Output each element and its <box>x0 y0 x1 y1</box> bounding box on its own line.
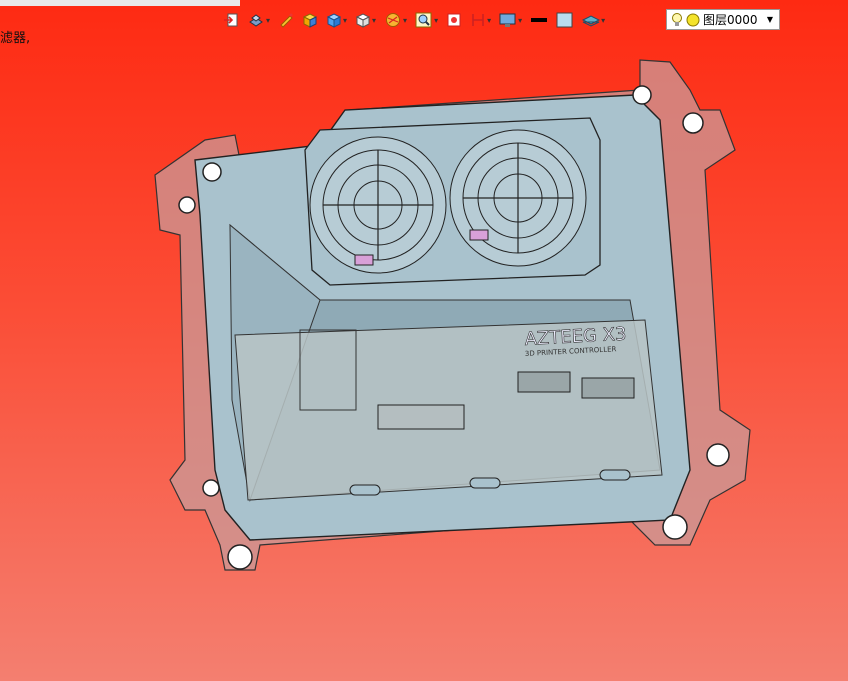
chevron-down-icon: ▾ <box>403 15 408 25</box>
zoom-icon <box>415 12 432 28</box>
pencil-icon <box>280 13 293 28</box>
render-style-icon <box>386 13 401 27</box>
render-style-button[interactable]: ▾ <box>383 9 408 31</box>
layer-color-icon <box>686 13 700 26</box>
chevron-down-icon: ▾ <box>601 15 606 25</box>
enclosure-model[interactable]: AZTEEG X3 3D PRINTER CONTROLLER <box>150 55 760 585</box>
terminal-block <box>581 377 635 399</box>
blue-box-icon <box>326 13 342 28</box>
display-button[interactable]: ▾ <box>498 9 523 31</box>
slot <box>599 469 631 481</box>
layer-selector[interactable]: 图层0000 ▼ <box>666 9 780 30</box>
pencil-button[interactable] <box>277 9 295 31</box>
snapshot-button[interactable] <box>445 9 463 31</box>
section-button[interactable]: ▾ <box>469 9 492 31</box>
title-bar-fragment <box>0 0 240 6</box>
layer-tool-icon <box>582 15 601 27</box>
bulb-icon <box>672 12 682 26</box>
wireframe-box-icon <box>355 13 371 28</box>
filter-label: 滤器, <box>0 31 31 46</box>
line-color-button[interactable] <box>529 9 549 31</box>
chevron-down-icon: ▾ <box>266 15 271 25</box>
chevron-down-icon: ▾ <box>434 15 439 25</box>
terminal-block <box>517 371 571 393</box>
view-toolbar: ▾ ▾ ▾ ▾ ▾ ▾ ▾ ▾ <box>222 8 606 32</box>
shaded-box-button[interactable] <box>301 9 319 31</box>
chevron-down-icon: ▾ <box>343 15 348 25</box>
layer-tool-button[interactable]: ▾ <box>581 9 606 31</box>
slot <box>469 477 501 489</box>
chevron-down-icon: ▾ <box>487 15 492 25</box>
fan-right <box>449 129 587 267</box>
view-orientation-button[interactable]: ▾ <box>246 9 271 31</box>
shaded-box-icon <box>302 13 318 28</box>
fan-left <box>309 136 447 274</box>
wireframe-box-button[interactable]: ▾ <box>354 9 377 31</box>
display-icon <box>499 13 516 27</box>
face-color-icon <box>556 12 573 28</box>
blue-box-button[interactable]: ▾ <box>325 9 348 31</box>
viewport-3d[interactable]: 滤器, ▾ ▾ ▾ ▾ ▾ ▾ ▾ ▾ 图层0000 ▼ AZTEEG X3 3… <box>0 0 848 681</box>
layer-name: 图层0000 <box>703 13 758 27</box>
section-icon <box>472 14 484 26</box>
chevron-down-icon: ▾ <box>372 15 377 25</box>
line-color-icon <box>531 18 548 22</box>
slot <box>349 484 381 496</box>
zoom-button[interactable]: ▾ <box>414 9 439 31</box>
connector-row <box>377 404 465 430</box>
snapshot-icon <box>447 13 461 27</box>
face-color-button[interactable] <box>555 9 575 31</box>
chevron-down-icon: ▾ <box>518 15 523 25</box>
extend-button[interactable] <box>222 9 240 31</box>
view-orientation-icon <box>249 14 263 27</box>
extend-icon <box>224 13 238 27</box>
chevron-down-icon: ▼ <box>766 15 773 24</box>
